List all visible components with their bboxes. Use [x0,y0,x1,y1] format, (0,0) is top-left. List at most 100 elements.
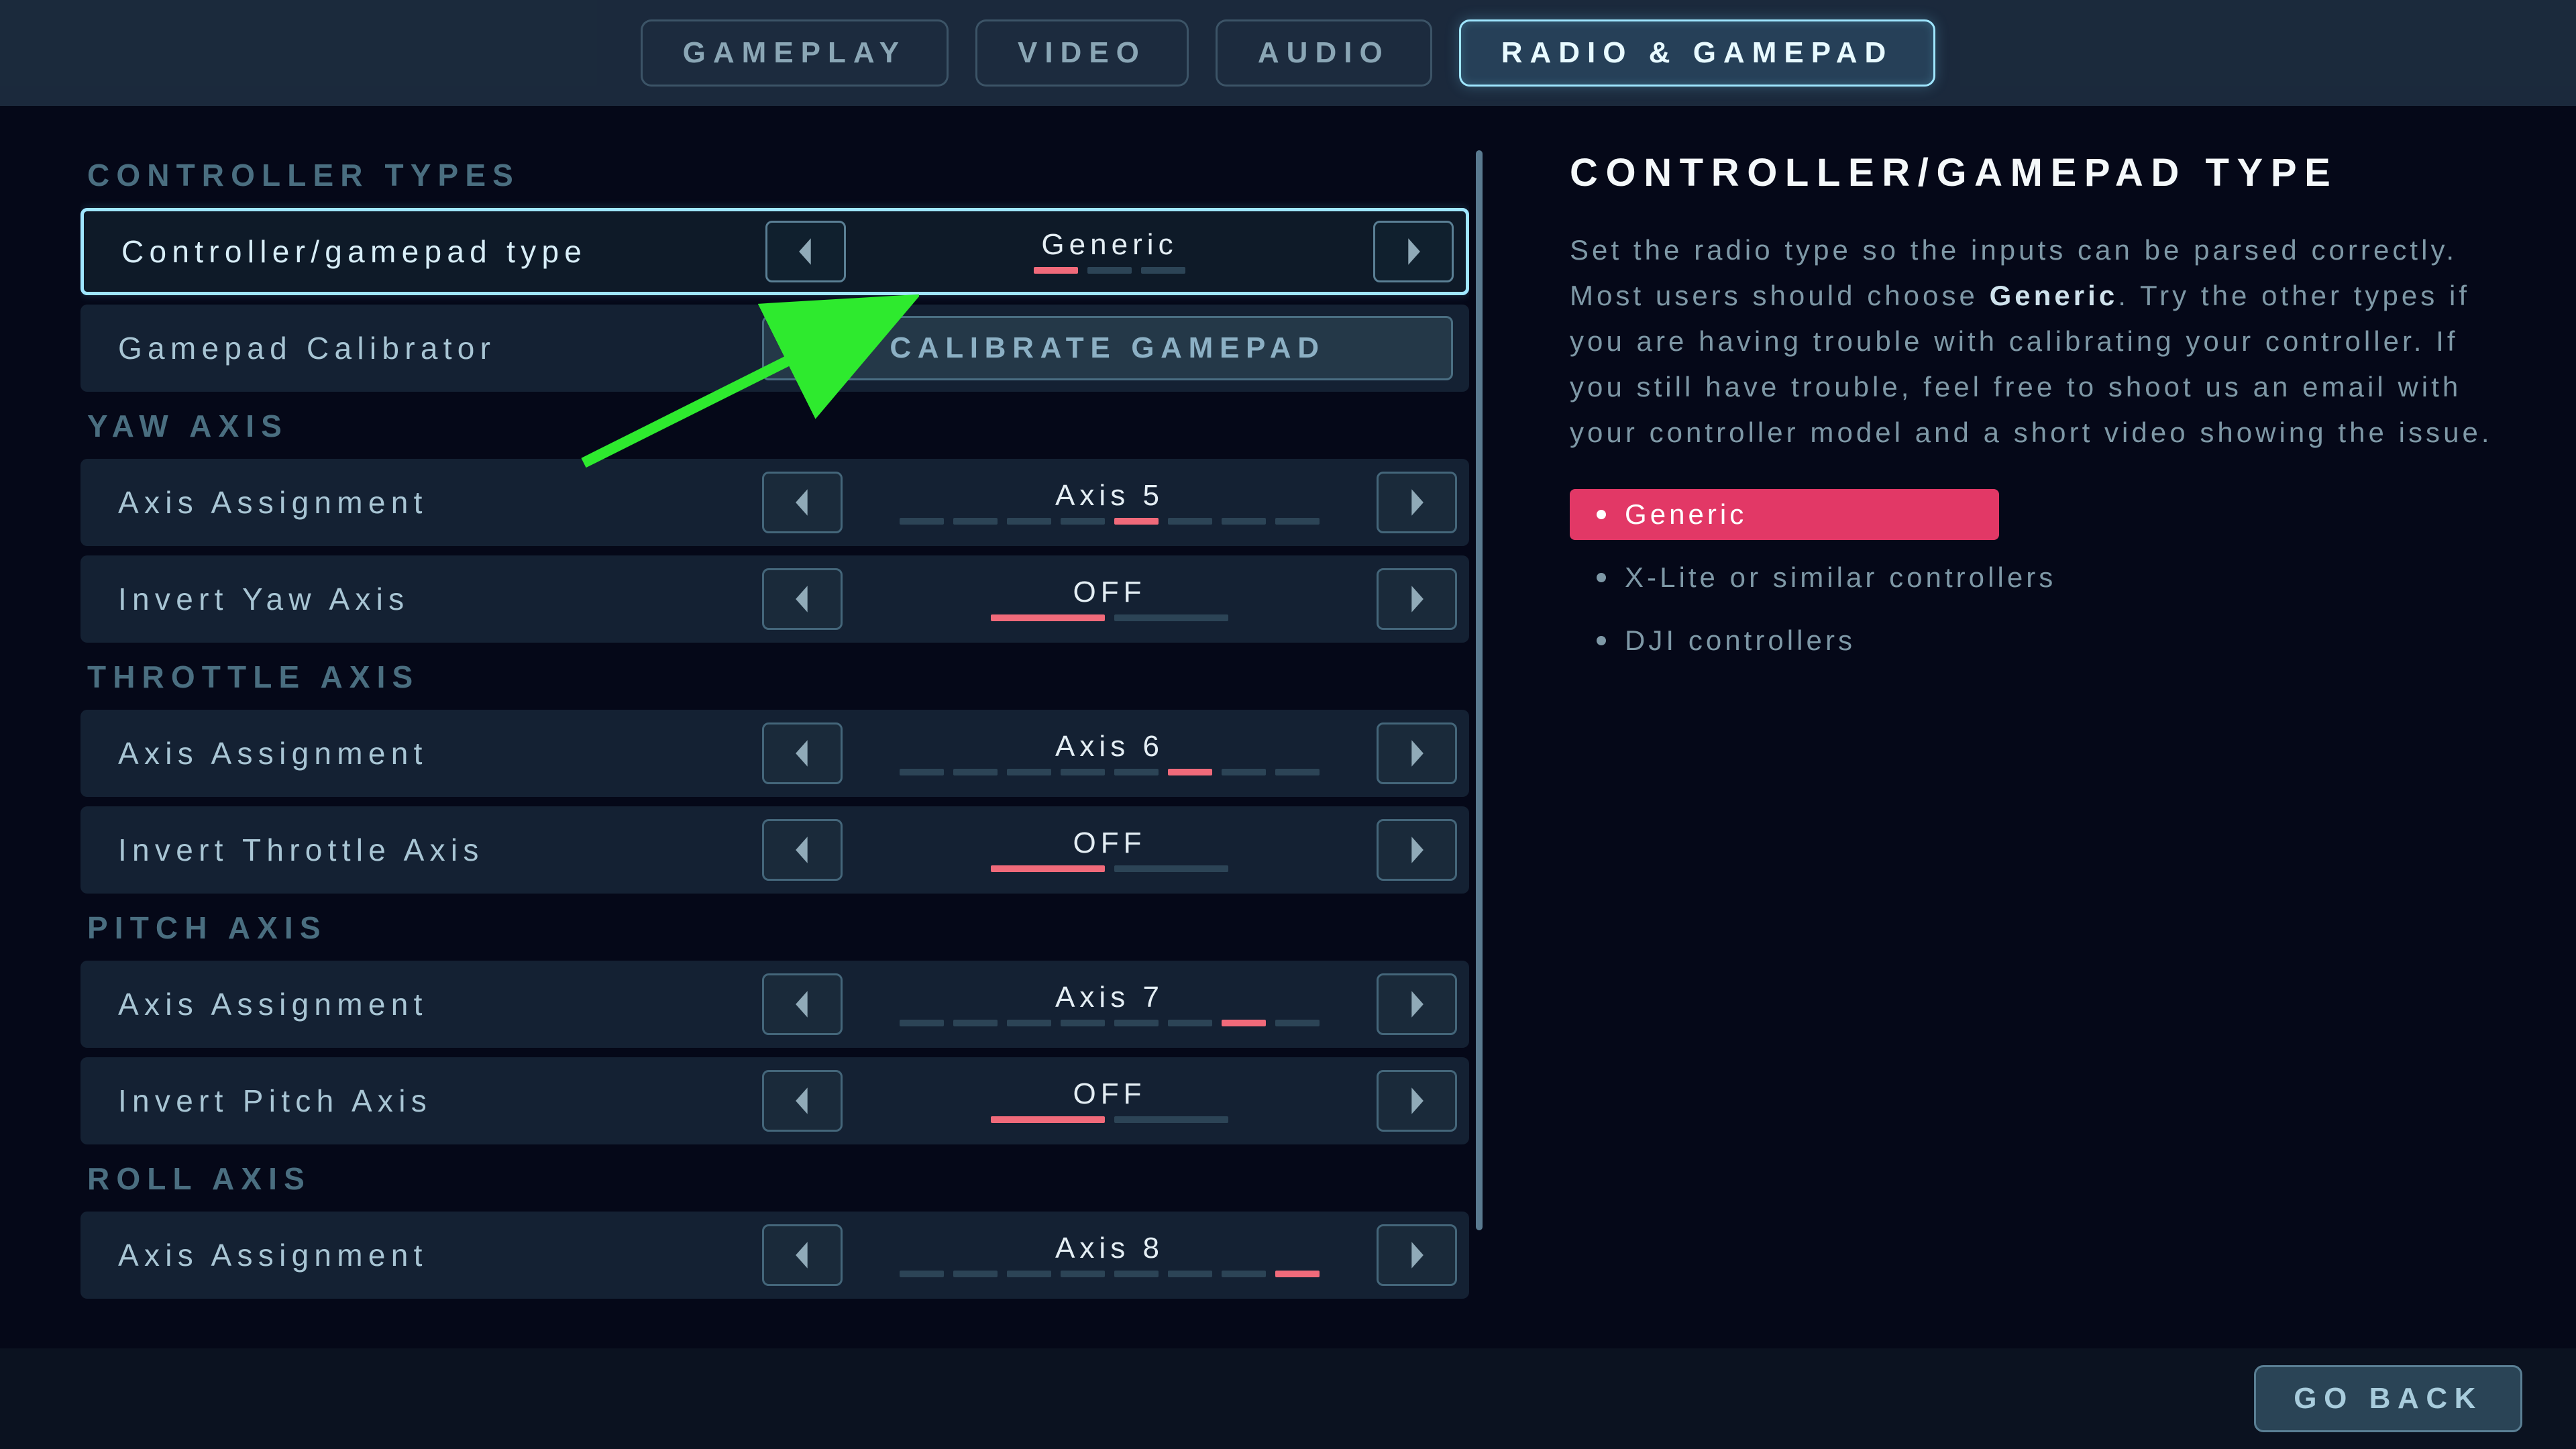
next-button[interactable] [1373,221,1454,282]
tick [1087,267,1132,274]
detail-body-bold: Generic [1990,280,2118,311]
button-label: CALIBRATE GAMEPAD [890,331,1325,365]
spinner-roll-assignment: Axis 8 [762,1212,1457,1299]
row-pitch-assignment[interactable]: Axis Assignment Axis 7 [80,961,1469,1048]
row-label: Invert Yaw Axis [118,581,762,617]
row-label: Controller/gamepad type [121,233,765,270]
button-label: GO BACK [2294,1382,2483,1415]
prev-button[interactable] [762,819,843,881]
next-button[interactable] [1377,1224,1457,1286]
tick [1114,769,1159,775]
tab-video[interactable]: VIDEO [975,19,1189,87]
tick [953,1271,998,1277]
prev-button[interactable] [762,1070,843,1132]
tick [991,1116,1105,1123]
row-label: Invert Throttle Axis [118,832,762,868]
value-text: Axis 8 [1055,1232,1164,1265]
next-button[interactable] [1377,472,1457,533]
section-header-yaw: YAW AXIS [80,401,1469,459]
tab-gameplay[interactable]: GAMEPLAY [641,19,949,87]
value-text: OFF [1073,826,1146,860]
prev-button[interactable] [762,973,843,1035]
prev-button[interactable] [765,221,846,282]
value-ticks [991,865,1228,873]
prev-button[interactable] [762,1224,843,1286]
chevron-right-icon [1405,989,1428,1019]
row-label: Axis Assignment [118,1237,762,1273]
settings-list: CONTROLLER TYPES Controller/gamepad type… [80,150,1469,1335]
value-text: Axis 5 [1055,479,1164,513]
row-roll-assignment[interactable]: Axis Assignment Axis 8 [80,1212,1469,1299]
tick [1061,1020,1105,1026]
chevron-right-icon [1405,584,1428,614]
prev-button[interactable] [762,472,843,533]
tick [953,1020,998,1026]
next-button[interactable] [1377,973,1457,1035]
value-ticks [1034,267,1185,275]
chevron-right-icon [1405,488,1428,517]
row-gamepad-calibrator: Gamepad Calibrator CALIBRATE GAMEPAD [80,305,1469,392]
value-text: OFF [1073,576,1146,609]
tick [991,865,1105,872]
row-throttle-assignment[interactable]: Axis Assignment Axis 6 [80,710,1469,797]
tick [1061,769,1105,775]
tick [1168,769,1212,775]
tick [1114,865,1228,872]
calibrate-gamepad-button[interactable]: CALIBRATE GAMEPAD [762,316,1453,380]
value-ticks [900,1020,1320,1028]
detail-panel: CONTROLLER/GAMEPAD TYPE Set the radio ty… [1570,150,2496,666]
chevron-left-icon [791,584,814,614]
tick [991,614,1105,621]
tab-radio-gamepad[interactable]: RADIO & GAMEPAD [1459,19,1936,87]
value-column: Axis 7 [861,981,1358,1028]
next-button[interactable] [1377,722,1457,784]
detail-title: CONTROLLER/GAMEPAD TYPE [1570,150,2496,195]
row-controller-type[interactable]: Controller/gamepad type Generic [80,208,1469,295]
option-dji[interactable]: DJI controllers [1570,615,2496,666]
option-generic[interactable]: Generic [1570,489,1999,540]
tick [1114,518,1159,525]
bullet-icon [1597,510,1606,519]
row-yaw-invert[interactable]: Invert Yaw Axis OFF [80,555,1469,643]
value-column: OFF [861,826,1358,873]
tick [900,1020,944,1026]
bottom-bar: GO BACK [0,1348,2576,1449]
prev-button[interactable] [762,568,843,630]
row-throttle-invert[interactable]: Invert Throttle Axis OFF [80,806,1469,894]
scrollbar[interactable] [1476,150,1483,1230]
chevron-right-icon [1405,835,1428,865]
tab-audio[interactable]: AUDIO [1216,19,1432,87]
next-button[interactable] [1377,568,1457,630]
bullet-icon [1597,573,1606,582]
row-label: Axis Assignment [118,986,762,1022]
tick [953,518,998,525]
bullet-icon [1597,636,1606,645]
tick [953,769,998,775]
row-pitch-invert[interactable]: Invert Pitch Axis OFF [80,1057,1469,1144]
detail-options: Generic X-Lite or similar controllers DJ… [1570,489,2496,666]
go-back-button[interactable]: GO BACK [2254,1365,2522,1432]
value-ticks [991,614,1228,623]
tick [1007,1271,1051,1277]
value-column: OFF [861,1077,1358,1124]
value-column: Axis 6 [861,730,1358,777]
tick [900,518,944,525]
tick [1007,1020,1051,1026]
next-button[interactable] [1377,819,1457,881]
spinner-controller-type: Generic [765,211,1454,292]
option-xlite[interactable]: X-Lite or similar controllers [1570,552,2496,603]
chevron-right-icon [1402,237,1425,266]
value-ticks [900,769,1320,777]
tick [1275,1271,1320,1277]
tick [1222,769,1266,775]
next-button[interactable] [1377,1070,1457,1132]
tick [1114,614,1228,621]
tab-label: GAMEPLAY [683,36,906,70]
calibrate-area: CALIBRATE GAMEPAD [762,305,1457,392]
row-yaw-assignment[interactable]: Axis Assignment Axis 5 [80,459,1469,546]
tick [1034,267,1078,274]
tick [1061,1271,1105,1277]
value-text: Axis 6 [1055,730,1164,763]
prev-button[interactable] [762,722,843,784]
tick [1061,518,1105,525]
